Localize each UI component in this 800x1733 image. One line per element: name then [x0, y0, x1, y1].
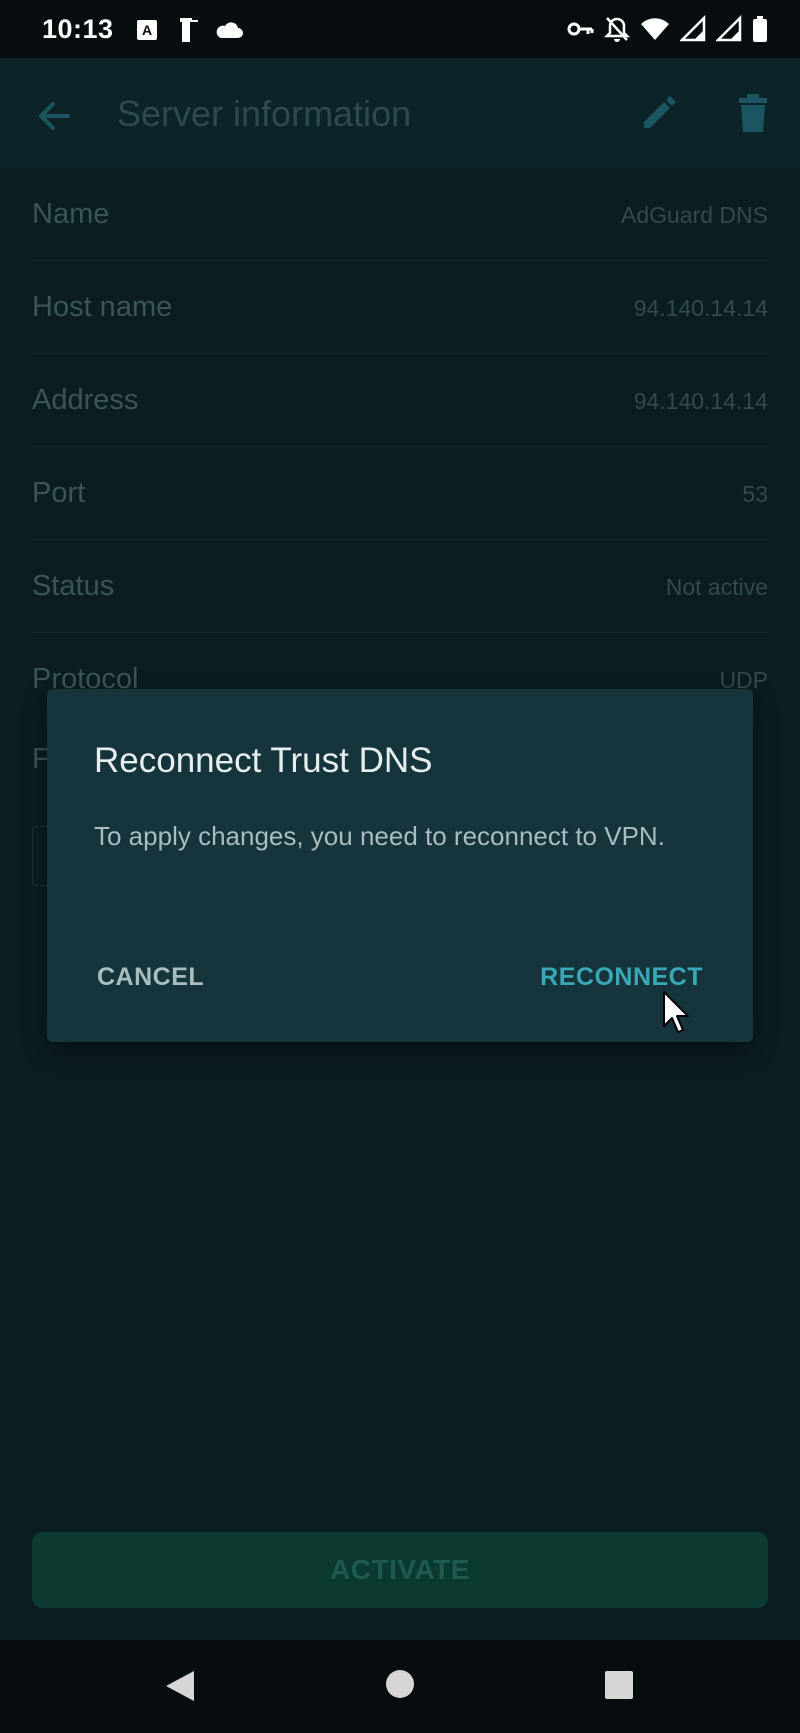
info-value: Not active — [665, 574, 768, 600]
edit-pencil-icon[interactable] — [638, 92, 680, 134]
info-label: Name — [32, 198, 110, 230]
info-row-port: Port 53 — [32, 447, 768, 540]
dialog-title: Reconnect Trust DNS — [94, 741, 433, 780]
back-arrow-icon[interactable] — [34, 96, 74, 136]
app-bar: Server information — [0, 58, 800, 168]
info-label: Host name — [32, 291, 173, 323]
status-bar: 10:13 A — [0, 0, 800, 58]
info-row-name: Name AdGuard DNS — [32, 168, 768, 261]
svg-text:A: A — [142, 22, 152, 38]
info-label: Status — [32, 570, 115, 602]
info-value: 94.140.14.14 — [633, 388, 768, 414]
page-title: Server information — [117, 93, 412, 134]
signal-icon — [680, 15, 706, 42]
dialog-message: To apply changes, you need to reconnect … — [94, 821, 665, 851]
mouse-cursor-icon — [663, 991, 689, 1033]
reconnect-button[interactable]: RECONNECT — [520, 951, 723, 1003]
status-time: 10:13 — [42, 14, 114, 44]
status-right-icons — [566, 15, 768, 43]
signal-icon — [716, 15, 742, 42]
info-row-host-name: Host name 94.140.14.14 — [32, 261, 768, 354]
info-row-status: Status Not active — [32, 540, 768, 633]
info-label: Address — [32, 384, 139, 416]
navigation-bar — [0, 1640, 800, 1733]
status-left-icons: A — [134, 16, 244, 44]
info-label: Port — [32, 477, 86, 509]
activate-button[interactable]: ACTIVATE — [32, 1532, 768, 1608]
info-row-address: Address 94.140.14.14 — [32, 354, 768, 447]
nav-home-icon[interactable] — [385, 1669, 415, 1699]
info-value: 94.140.14.14 — [633, 295, 768, 321]
battery-icon — [753, 16, 767, 42]
nav-back-icon[interactable] — [164, 1669, 196, 1703]
cloud-icon — [216, 22, 243, 38]
vpn-key-icon — [567, 22, 594, 36]
a-box-icon: A — [137, 20, 157, 40]
info-value: 53 — [742, 481, 768, 507]
lighthouse-icon — [180, 18, 198, 42]
reconnect-dialog: Reconnect Trust DNS To apply changes, yo… — [47, 689, 753, 1042]
info-value: AdGuard DNS — [620, 202, 768, 228]
delete-trash-icon[interactable] — [735, 92, 771, 134]
nav-recents-icon[interactable] — [604, 1670, 634, 1700]
cancel-button[interactable]: CANCEL — [77, 951, 224, 1003]
wifi-icon — [641, 18, 669, 40]
bell-off-icon — [604, 17, 630, 42]
